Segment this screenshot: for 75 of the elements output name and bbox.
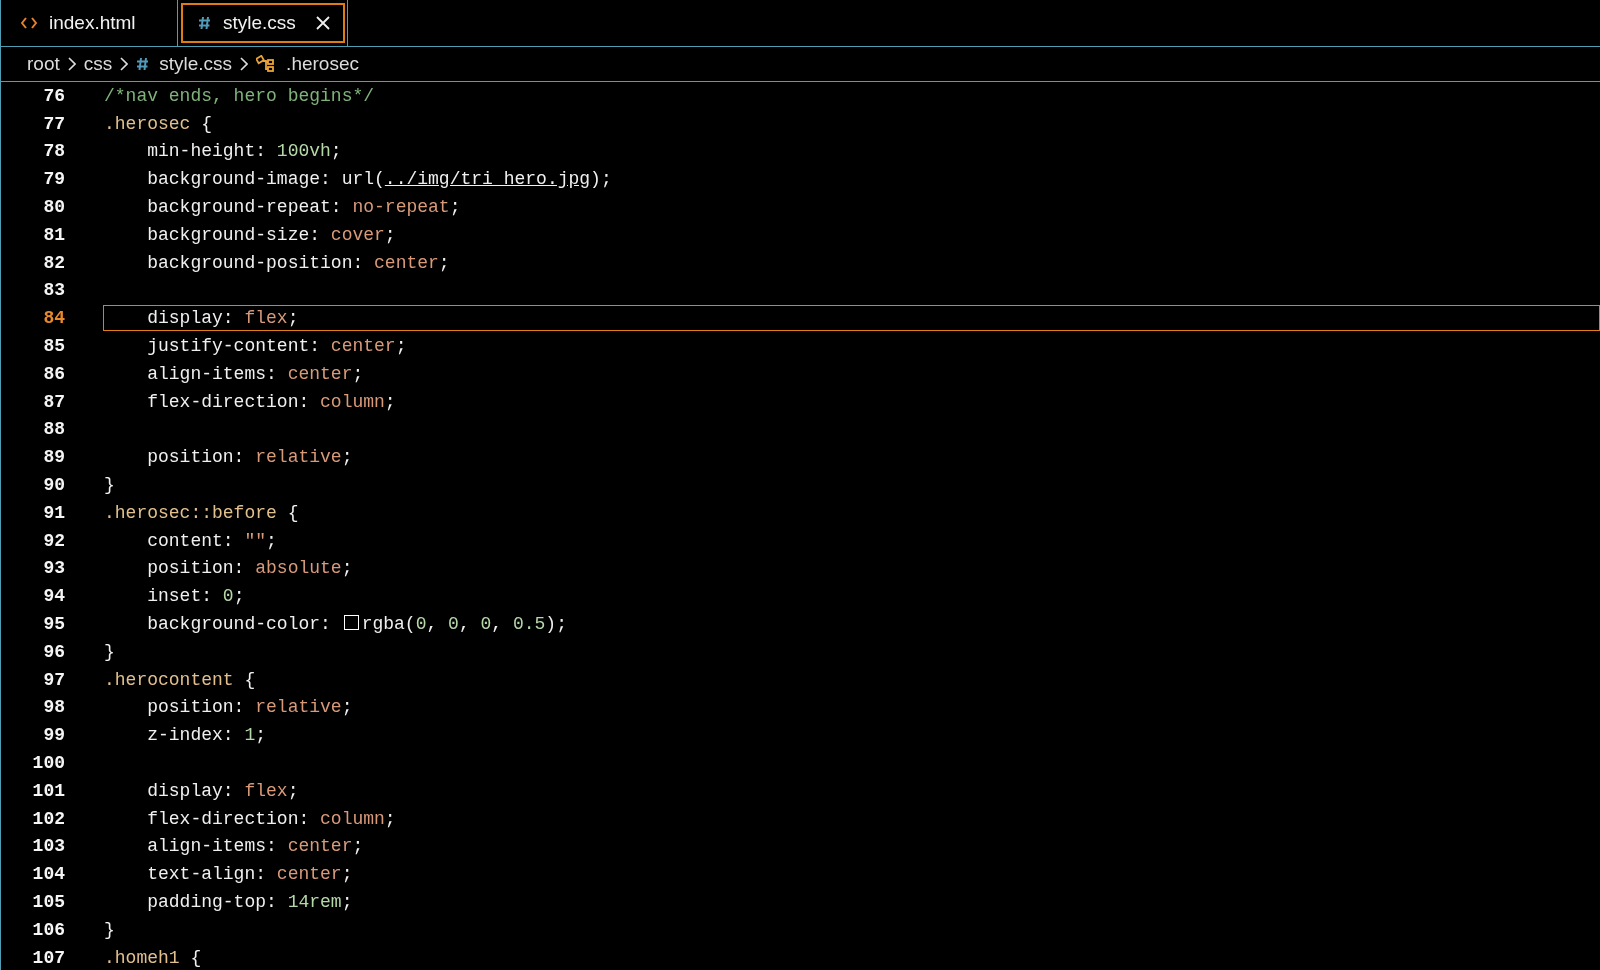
code-line: min-height: 100vh; bbox=[146, 141, 342, 162]
breadcrumb-item[interactable]: css bbox=[83, 53, 113, 75]
line-number: 106 bbox=[31, 919, 65, 940]
line-number: 85 bbox=[42, 336, 65, 357]
code-line: } bbox=[104, 919, 115, 940]
code-line: /*nav ends, hero begins*/ bbox=[104, 85, 375, 106]
line-number: 86 bbox=[42, 363, 65, 384]
code-line: position: relative; bbox=[146, 697, 353, 718]
code-line: .herosec { bbox=[104, 113, 213, 134]
line-number: 83 bbox=[42, 280, 65, 301]
code-line: justify-content: center; bbox=[146, 336, 407, 357]
line-number: 88 bbox=[42, 419, 65, 440]
code-line: background-image: url(../img/tri_hero.jpg); bbox=[146, 169, 612, 190]
editor-tab[interactable]: style.css bbox=[178, 0, 348, 46]
line-number: 89 bbox=[42, 447, 65, 468]
code-line: flex-direction: column; bbox=[146, 808, 396, 829]
line-number: 102 bbox=[31, 808, 65, 829]
code-brackets-icon bbox=[21, 17, 37, 29]
line-number: 96 bbox=[42, 641, 65, 662]
line-number: 91 bbox=[42, 502, 65, 523]
line-number: 84 bbox=[42, 308, 65, 329]
line-number: 93 bbox=[42, 558, 65, 579]
breadcrumb-item[interactable]: root bbox=[27, 53, 60, 75]
code-line: z-index: 1; bbox=[146, 725, 267, 746]
line-number: 103 bbox=[31, 836, 65, 857]
close-icon[interactable] bbox=[315, 15, 331, 31]
code-line: background-color: rgba(0, 0, 0, 0.5); bbox=[146, 614, 567, 635]
editor-tab[interactable]: index.html bbox=[0, 0, 178, 46]
code-line: background-size: cover; bbox=[146, 224, 396, 245]
line-number: 98 bbox=[42, 697, 65, 718]
chevron-icon bbox=[120, 57, 129, 71]
line-number: 76 bbox=[42, 85, 65, 106]
code-line: .homeh1 { bbox=[104, 947, 202, 968]
line-number: 92 bbox=[42, 530, 65, 551]
code-line: background-repeat: no-repeat; bbox=[146, 197, 461, 218]
line-number: 105 bbox=[31, 892, 65, 912]
chevron-icon bbox=[67, 57, 76, 71]
chevron-icon bbox=[240, 57, 249, 71]
code-line: display: flex; bbox=[146, 780, 299, 801]
code-line: text-align: center; bbox=[146, 864, 353, 885]
line-number: 90 bbox=[42, 475, 65, 496]
breadcrumb-item[interactable]: .herosec bbox=[256, 53, 359, 75]
line-number: 78 bbox=[42, 141, 65, 162]
code-line: content: ""; bbox=[146, 530, 277, 551]
hash-icon bbox=[198, 16, 211, 30]
code-line: position: relative; bbox=[146, 447, 353, 468]
code-line: flex-direction: column; bbox=[146, 391, 396, 412]
code-line: position: absolute; bbox=[146, 558, 353, 579]
code-line: background-position: center; bbox=[146, 252, 450, 273]
breadcrumb-item[interactable]: style.css bbox=[136, 53, 233, 75]
line-number: 95 bbox=[42, 614, 65, 635]
line-number: 87 bbox=[42, 391, 65, 412]
code-line: .herocontent { bbox=[104, 669, 256, 690]
line-number: 79 bbox=[42, 169, 65, 190]
code-line: padding-top: 14rem; bbox=[146, 892, 353, 912]
code-line: align-items: center; bbox=[146, 363, 364, 384]
line-number: 82 bbox=[42, 252, 65, 273]
code-line: } bbox=[104, 641, 115, 662]
code-line: } bbox=[104, 475, 115, 496]
line-number: 100 bbox=[31, 753, 65, 773]
code-line: align-items: center; bbox=[146, 836, 364, 857]
line-number: 81 bbox=[42, 224, 65, 245]
code-line: .herosec::before { bbox=[104, 502, 299, 523]
line-number: 80 bbox=[42, 197, 65, 218]
hash-icon bbox=[136, 57, 150, 71]
line-number: 94 bbox=[42, 586, 65, 607]
line-number: 97 bbox=[42, 669, 65, 690]
symbol-icon bbox=[256, 55, 277, 73]
line-number: 101 bbox=[31, 780, 65, 801]
code-line: inset: 0; bbox=[146, 586, 245, 607]
line-number: 104 bbox=[31, 864, 65, 885]
line-number: 77 bbox=[42, 113, 65, 134]
code-line: display: flex; bbox=[146, 308, 299, 329]
line-number: 107 bbox=[31, 947, 65, 968]
line-number: 99 bbox=[42, 725, 65, 746]
